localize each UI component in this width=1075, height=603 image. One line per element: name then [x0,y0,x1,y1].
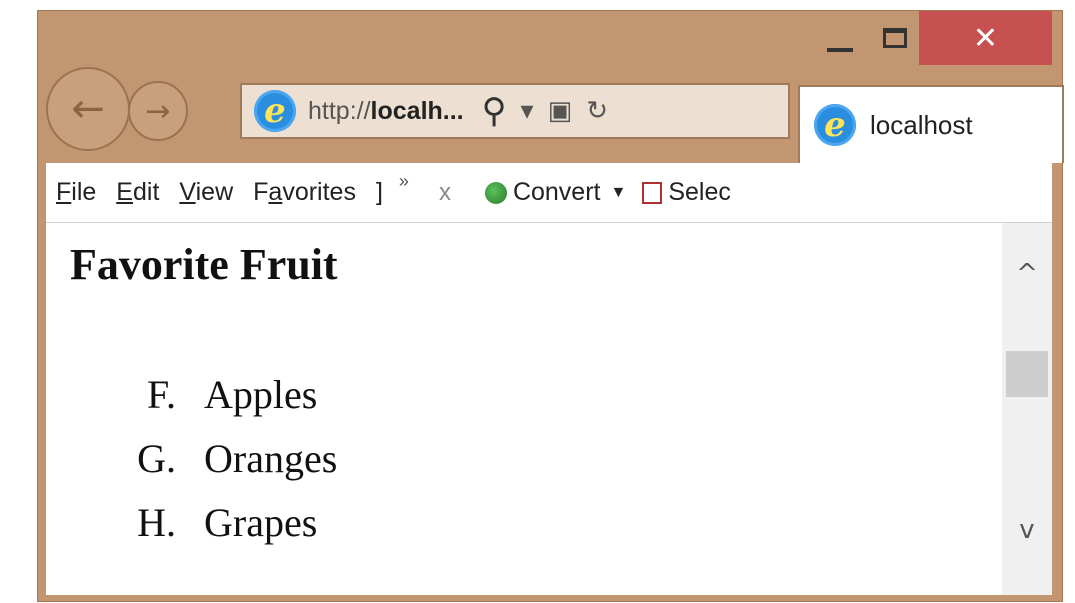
menu-label: F [253,178,269,206]
list-item: G. Oranges [46,435,546,499]
maximize-icon [883,28,907,48]
scroll-down-icon[interactable]: v [1002,515,1052,545]
url-field[interactable]: http://localh... [308,97,464,126]
forward-arrow-icon: → [145,93,171,129]
menu-bar: File Edit View Favorites ] » x Convert ▼… [46,163,1052,223]
menu-accelerator: E [116,178,133,206]
menu-label: vorites [282,178,356,206]
minimize-button[interactable] [810,11,870,65]
list-item-text: Apples [204,372,318,417]
convert-button[interactable]: Convert [513,178,601,207]
ie-logo-icon: e [254,90,296,132]
page-content: Favorite Fruit F. Apples G. Oranges H. G… [46,223,1002,595]
menu-view[interactable]: View [179,178,233,207]
address-bar[interactable]: e http://localh... ⚲ ▾ ▣ ↻ [240,83,790,139]
list-marker: H. [137,500,176,545]
menu-accelerator: ] [375,178,383,206]
forward-button[interactable]: → [128,81,188,141]
scroll-thumb[interactable] [1006,351,1048,397]
list-marker: F. [146,372,176,417]
menu-file[interactable]: File [56,178,96,207]
convert-dropdown-icon[interactable]: ▼ [610,184,626,202]
list-item: H. Grapes [46,499,546,563]
menu-label: iew [195,178,234,206]
tab-title: localhost [870,109,973,140]
page-heading: Favorite Fruit [70,240,338,289]
url-host: localh... [370,96,464,125]
list-item-text: Oranges [204,436,338,481]
select-pdf-icon [642,181,663,204]
scroll-up-icon[interactable]: ^ [1002,259,1052,289]
menu-label: dit [132,178,160,206]
list-marker: G. [137,436,176,481]
tab-localhost[interactable]: e localhost [798,85,1064,163]
fruit-list: F. Apples G. Oranges H. Grapes [46,371,546,563]
minimize-icon [827,48,853,52]
browser-window: ✕ ← → e http://localh... ⚲ ▾ ▣ ↻ e local… [37,10,1064,602]
list-item: F. Apples [46,371,546,435]
refresh-icon[interactable]: ↻ [586,96,608,126]
compatibility-view-icon[interactable]: ▣ [548,96,573,126]
menu-accelerator: F [56,178,72,206]
dropdown-icon[interactable]: ▾ [521,96,534,126]
tab-favicon-icon: e [814,104,856,146]
list-item-text: Grapes [204,500,318,545]
menu-label: ile [71,178,97,206]
back-button[interactable]: ← [46,67,130,151]
vertical-scrollbar[interactable]: ^ v [1002,223,1052,595]
select-button[interactable]: Selec [668,178,731,207]
menu-edit[interactable]: Edit [116,178,159,207]
url-prefix: http:// [308,96,371,125]
menu-favorites[interactable]: Favorites [253,178,356,207]
close-icon: ✕ [972,20,999,56]
back-arrow-icon: ← [71,86,105,132]
convert-icon [484,181,507,204]
close-toolbar-icon[interactable]: x [439,179,451,207]
menu-truncated[interactable]: ] [376,178,383,207]
search-icon[interactable]: ⚲ [482,91,507,131]
menu-accelerator: V [179,178,196,206]
menu-accelerator: a [268,178,283,206]
maximize-button[interactable] [870,11,920,65]
close-button[interactable]: ✕ [919,11,1052,65]
menu-overflow-chevron-icon[interactable]: » [399,171,409,192]
